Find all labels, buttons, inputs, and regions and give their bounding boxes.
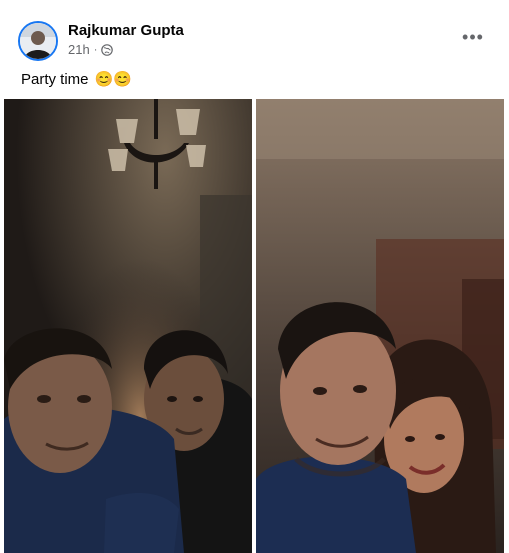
photo-1[interactable]	[4, 99, 252, 553]
photo-grid	[4, 99, 504, 553]
avatar[interactable]	[18, 21, 58, 61]
facebook-post: Rajkumar Gupta 21h · ••• Party time 😊😊	[0, 0, 509, 553]
globe-icon	[101, 43, 114, 56]
caption-text: Party time	[21, 71, 89, 88]
meta-separator: ·	[93, 43, 98, 56]
post-meta: 21h ·	[68, 42, 114, 57]
author-name[interactable]: Rajkumar Gupta	[68, 22, 184, 39]
post-caption: Party time 😊😊	[21, 70, 132, 88]
photo-2[interactable]	[256, 99, 504, 553]
caption-emoji: 😊😊	[94, 71, 133, 88]
more-options-icon[interactable]: •••	[461, 27, 485, 47]
post-time[interactable]: 21h	[68, 42, 90, 57]
post-header: Rajkumar Gupta 21h · •••	[18, 17, 491, 63]
